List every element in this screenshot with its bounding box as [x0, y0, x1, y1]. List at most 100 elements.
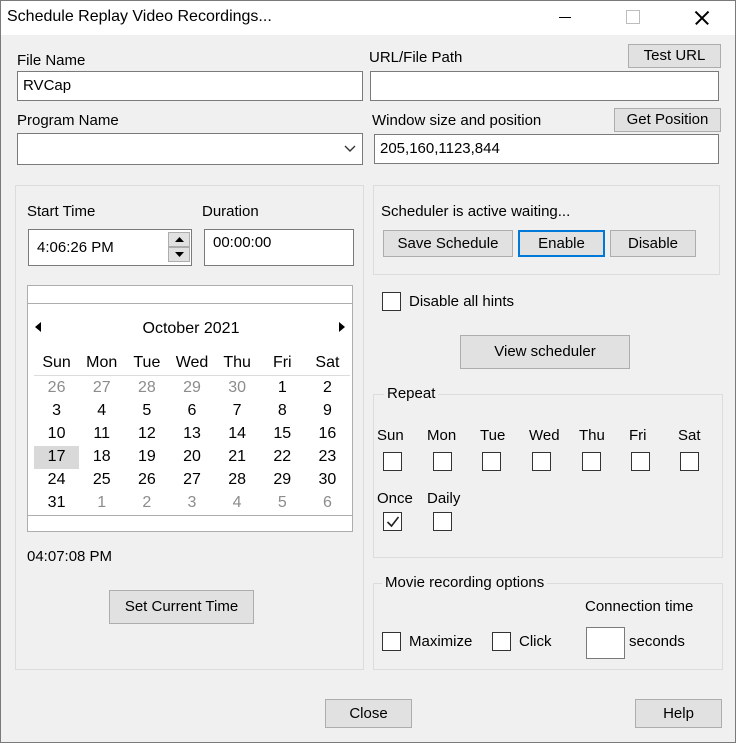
calendar-day[interactable]: 2	[124, 492, 169, 515]
calendar-day[interactable]: 30	[215, 377, 260, 400]
enable-button[interactable]: Enable	[518, 230, 605, 257]
set-current-time-button[interactable]: Set Current Time	[109, 590, 254, 624]
calendar-day[interactable]: 21	[215, 446, 260, 469]
calendar-day[interactable]: 17	[34, 446, 80, 469]
repeat-wed-checkbox[interactable]	[532, 452, 551, 471]
repeat-sun-checkbox[interactable]	[383, 452, 402, 471]
scheduler-status: Scheduler is active waiting...	[381, 203, 571, 220]
repeat-mon-checkbox[interactable]	[433, 452, 452, 471]
calendar-day[interactable]: 20	[169, 446, 214, 469]
calendar-day[interactable]: 3	[169, 492, 214, 515]
calendar-day[interactable]: 1	[79, 492, 124, 515]
calendar-day[interactable]: 25	[79, 469, 124, 492]
calendar-day[interactable]: 6	[169, 400, 214, 423]
repeat-fri-checkbox[interactable]	[631, 452, 650, 471]
month-calendar[interactable]: October 2021 Sun Mon Tue Wed Thu Fri Sat 26 27 2…	[27, 285, 353, 532]
daily-label: Daily	[427, 490, 461, 507]
calendar-month-title: October 2021	[142, 320, 240, 337]
calendar-day[interactable]: 4	[215, 492, 260, 515]
calendar-day[interactable]: 30	[305, 469, 350, 492]
weekday-label: Sat	[315, 354, 340, 371]
calendar-day[interactable]: 23	[305, 446, 350, 469]
calendar-day[interactable]: 31	[34, 492, 79, 515]
repeat-day-label: Tue	[480, 427, 506, 444]
calendar-day[interactable]: 22	[260, 446, 305, 469]
calendar-divider	[28, 303, 352, 304]
calendar-day[interactable]: 27	[79, 377, 124, 400]
save-schedule-button[interactable]: Save Schedule	[383, 230, 513, 257]
close-button[interactable]: Close	[325, 699, 412, 728]
movie-options-group	[373, 583, 723, 670]
calendar-day[interactable]: 28	[215, 469, 260, 492]
calendar-day[interactable]: 16	[305, 423, 350, 446]
disable-hints-label: Disable all hints	[409, 293, 515, 310]
calendar-day[interactable]: 5	[124, 400, 169, 423]
view-scheduler-button[interactable]: View scheduler	[460, 335, 630, 369]
calendar-day[interactable]: 7	[215, 400, 260, 423]
maximize-icon	[609, 1, 655, 35]
url-field[interactable]	[370, 71, 719, 101]
calendar-day[interactable]: 8	[260, 400, 305, 423]
calendar-day[interactable]: 29	[260, 469, 305, 492]
repeat-day-label: Thu	[579, 427, 605, 444]
weekday-label: Tue	[133, 354, 161, 371]
window-position-field[interactable]: 205,160,1123,844	[374, 134, 719, 164]
movie-options-title: Movie recording options	[382, 574, 548, 591]
duration-field[interactable]: 00:00:00	[204, 229, 354, 266]
repeat-day-label: Mon	[427, 427, 457, 444]
calendar-day[interactable]: 13	[169, 423, 214, 446]
time-up-button[interactable]	[168, 232, 190, 247]
calendar-day[interactable]: 9	[305, 400, 350, 423]
file-name-field[interactable]: RVCap	[17, 71, 363, 101]
maximize-checkbox[interactable]	[382, 632, 401, 651]
calendar-day[interactable]: 29	[169, 377, 214, 400]
time-down-button[interactable]	[168, 247, 190, 262]
weekday-label: Fri	[272, 354, 292, 371]
disable-button[interactable]: Disable	[610, 230, 696, 257]
daily-checkbox[interactable]	[433, 512, 452, 531]
window-title: Schedule Replay Video Recordings...	[7, 8, 272, 25]
get-position-button[interactable]: Get Position	[614, 108, 721, 132]
calendar-day[interactable]: 15	[260, 423, 305, 446]
connection-time-field[interactable]	[586, 627, 625, 659]
calendar-week-row: 26 27 28 29 30 1 2	[34, 377, 350, 400]
calendar-day[interactable]: 18	[79, 446, 124, 469]
program-name-label: Program Name	[17, 112, 119, 129]
calendar-day[interactable]: 26	[34, 377, 79, 400]
close-icon[interactable]	[679, 1, 725, 35]
calendar-day[interactable]: 3	[34, 400, 79, 423]
test-url-button[interactable]: Test URL	[628, 44, 721, 68]
repeat-group-title: Repeat	[384, 385, 439, 402]
repeat-sat-checkbox[interactable]	[680, 452, 699, 471]
click-checkbox[interactable]	[492, 632, 511, 651]
calendar-week-row: 24 25 26 27 28 29 30	[34, 469, 350, 492]
connection-time-label: Connection time	[585, 598, 694, 615]
repeat-tue-checkbox[interactable]	[482, 452, 501, 471]
disable-hints-checkbox[interactable]	[382, 292, 401, 311]
calendar-day[interactable]: 5	[260, 492, 305, 515]
calendar-day[interactable]: 14	[215, 423, 260, 446]
calendar-day[interactable]: 2	[305, 377, 350, 400]
next-month-icon[interactable]	[339, 322, 345, 332]
repeat-thu-checkbox[interactable]	[582, 452, 601, 471]
calendar-day[interactable]: 19	[124, 446, 169, 469]
calendar-day[interactable]: 24	[34, 469, 79, 492]
calendar-day[interactable]: 11	[79, 423, 124, 446]
calendar-day[interactable]: 12	[124, 423, 169, 446]
calendar-divider	[28, 515, 352, 516]
program-name-select[interactable]	[17, 133, 363, 165]
help-button[interactable]: Help	[635, 699, 722, 728]
calendar-day[interactable]: 4	[79, 400, 124, 423]
calendar-day[interactable]: 10	[34, 423, 79, 446]
calendar-day[interactable]: 1	[260, 377, 305, 400]
calendar-day[interactable]: 26	[124, 469, 169, 492]
calendar-grid: Sun Mon Tue Wed Thu Fri Sat 26 27 28 29 30 1 2 3 4 5 6 7 8…	[34, 352, 350, 515]
calendar-day[interactable]: 6	[305, 492, 350, 515]
minimize-icon[interactable]	[543, 1, 589, 35]
schedule-dialog: Schedule Replay Video Recordings... File…	[0, 0, 736, 743]
calendar-day[interactable]: 27	[169, 469, 214, 492]
calendar-day[interactable]: 28	[124, 377, 169, 400]
once-checkbox[interactable]	[383, 512, 402, 531]
file-name-label: File Name	[17, 52, 86, 69]
start-time-label: Start Time	[27, 203, 96, 220]
